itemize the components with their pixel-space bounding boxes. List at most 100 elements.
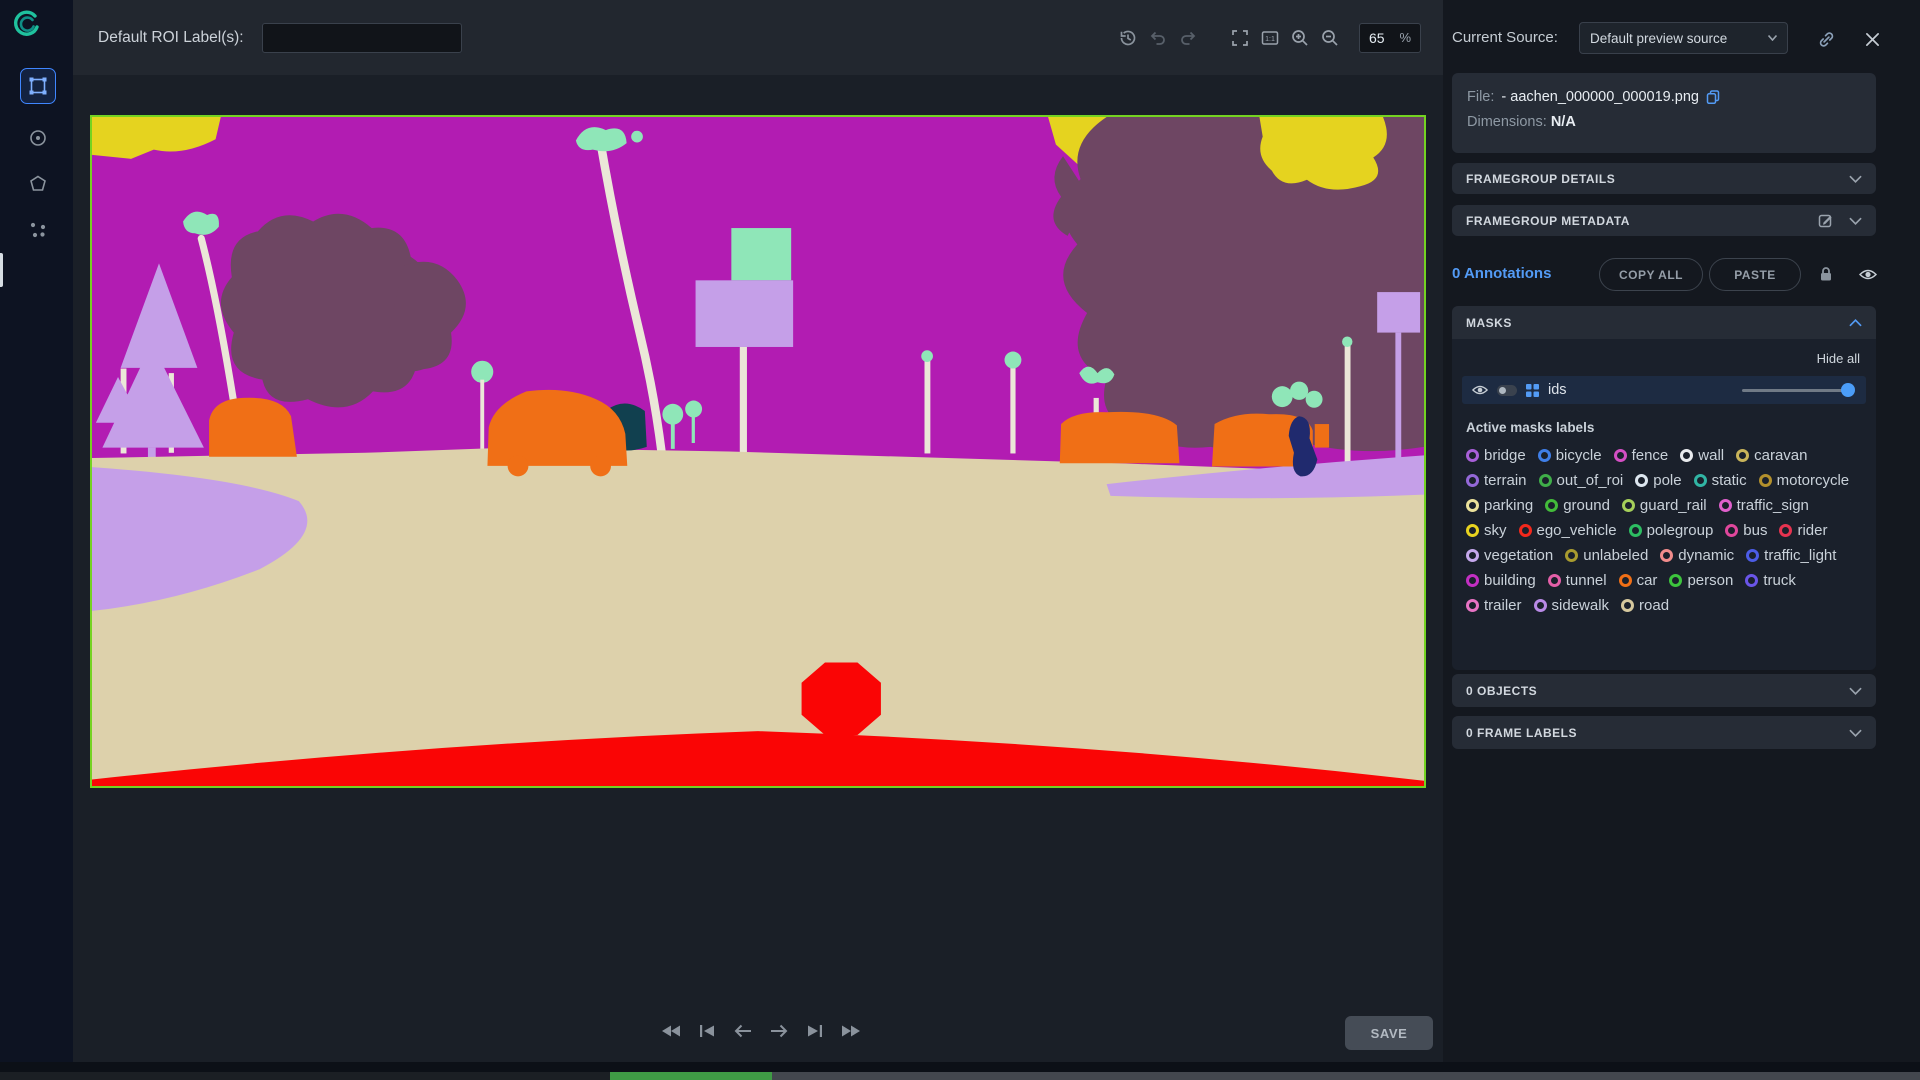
undo-icon[interactable]: [1143, 23, 1173, 53]
mask-label-text: caravan: [1754, 447, 1808, 464]
source-dropdown[interactable]: Default preview source: [1579, 22, 1788, 54]
edit-icon[interactable]: [1818, 213, 1833, 228]
mask-color-dot: [1466, 474, 1479, 487]
slider-knob[interactable]: [1841, 383, 1855, 397]
mask-label-bridge[interactable]: bridge: [1466, 447, 1526, 464]
framegroup-metadata-header[interactable]: FRAMEGROUP METADATA: [1452, 205, 1876, 236]
mask-color-dot: [1618, 574, 1632, 587]
mask-label-text: ego_vehicle: [1536, 522, 1617, 539]
bounding-box-tool-button[interactable]: [20, 68, 56, 104]
mask-label-static[interactable]: static: [1693, 472, 1747, 489]
mask-label-wall[interactable]: wall: [1680, 447, 1724, 464]
mask-color-dot: [1745, 574, 1759, 587]
mask-label-caravan[interactable]: caravan: [1736, 447, 1807, 464]
paste-button[interactable]: PASTE: [1709, 258, 1801, 291]
mask-label-sky[interactable]: sky: [1466, 522, 1507, 539]
link-icon[interactable]: [1814, 27, 1838, 51]
mask-label-guard_rail[interactable]: guard_rail: [1621, 497, 1707, 514]
previous-frame-button[interactable]: [730, 1018, 756, 1044]
layer-toggle[interactable]: [1497, 384, 1517, 396]
mask-label-traffic_light[interactable]: traffic_light: [1746, 547, 1836, 564]
mask-label-sidewalk[interactable]: sidewalk: [1533, 597, 1609, 614]
masks-layer-row[interactable]: ids: [1462, 376, 1866, 404]
mask-label-dynamic[interactable]: dynamic: [1660, 547, 1734, 564]
zoom-in-icon[interactable]: [1285, 23, 1315, 53]
scatter-points-tool-button[interactable]: [20, 212, 56, 248]
hide-all-link[interactable]: Hide all: [1462, 349, 1866, 376]
mask-label-polegroup[interactable]: polegroup: [1628, 522, 1713, 539]
masks-title: MASKS: [1466, 315, 1512, 330]
opacity-slider[interactable]: [1742, 383, 1855, 397]
mask-color-dot: [1779, 524, 1793, 537]
zoom-out-icon[interactable]: [1315, 23, 1345, 53]
mask-color-dot: [1621, 499, 1635, 512]
mask-color-dot: [1669, 574, 1683, 587]
mask-label-trailer[interactable]: trailer: [1466, 597, 1522, 614]
mask-color-dot: [1693, 474, 1707, 487]
mask-color-dot: [1621, 599, 1635, 612]
file-label: File:: [1467, 89, 1495, 105]
chevron-down-icon: [1849, 687, 1862, 695]
mask-label-unlabeled[interactable]: unlabeled: [1565, 547, 1648, 564]
mask-label-terrain[interactable]: terrain: [1466, 472, 1527, 489]
skip-to-last-button[interactable]: [802, 1018, 828, 1044]
masks-header[interactable]: MASKS: [1452, 306, 1876, 339]
mask-label-ego_vehicle[interactable]: ego_vehicle: [1518, 522, 1617, 539]
mask-color-dot: [1680, 449, 1694, 462]
polygon-tool-button[interactable]: [20, 166, 56, 202]
lock-icon[interactable]: [1814, 262, 1838, 286]
mask-label-parking[interactable]: parking: [1466, 497, 1533, 514]
frame-navigation: [658, 1018, 864, 1044]
mask-label-pole[interactable]: pole: [1635, 472, 1682, 489]
copy-all-button[interactable]: COPY ALL: [1599, 258, 1703, 291]
dimensions-value: N/A: [1550, 114, 1576, 130]
mask-color-dot: [1613, 449, 1627, 462]
mask-label-bicycle[interactable]: bicycle: [1537, 447, 1602, 464]
next-frame-button[interactable]: [766, 1018, 792, 1044]
segmentation-canvas[interactable]: [90, 115, 1426, 788]
copy-icon[interactable]: [1706, 90, 1720, 104]
window-bottom-edge: [0, 1062, 1920, 1072]
zoom-level-input[interactable]: 65 %: [1359, 22, 1421, 53]
frame-labels-header[interactable]: 0 FRAME LABELS: [1452, 716, 1876, 749]
mask-label-text: person: [1687, 572, 1734, 589]
mask-label-road[interactable]: road: [1621, 597, 1669, 614]
objects-header[interactable]: 0 OBJECTS: [1452, 674, 1876, 707]
mask-label-ground[interactable]: ground: [1545, 497, 1610, 514]
segmentation-image: [92, 117, 1424, 786]
fast-forward-button[interactable]: [838, 1018, 864, 1044]
mask-label-tunnel[interactable]: tunnel: [1547, 572, 1607, 589]
visibility-icon[interactable]: [1856, 262, 1880, 286]
roi-input[interactable]: [261, 22, 462, 53]
mask-label-vegetation[interactable]: vegetation: [1466, 547, 1553, 564]
mask-label-person[interactable]: person: [1669, 572, 1733, 589]
fast-rewind-button[interactable]: [658, 1018, 684, 1044]
mask-label-text: out_of_roi: [1556, 472, 1624, 489]
save-button[interactable]: SAVE: [1345, 1016, 1433, 1050]
circle-tool-button[interactable]: [20, 120, 56, 156]
masks-section: MASKS Hide all ids Active masks labels b…: [1452, 306, 1876, 670]
close-icon[interactable]: [1860, 27, 1884, 51]
mask-label-text: parking: [1484, 497, 1534, 514]
mask-label-motorcycle[interactable]: motorcycle: [1758, 472, 1850, 489]
actual-size-icon[interactable]: 1:1: [1255, 23, 1285, 53]
mask-label-car[interactable]: car: [1618, 572, 1657, 589]
redo-icon[interactable]: [1173, 23, 1203, 53]
mask-label-text: motorcycle: [1776, 472, 1850, 489]
mask-color-dot: [1466, 599, 1479, 612]
instance-grid-icon[interactable]: [1526, 383, 1539, 397]
mask-label-truck[interactable]: truck: [1745, 572, 1796, 589]
mask-label-fence[interactable]: fence: [1613, 447, 1668, 464]
mask-label-out_of_roi[interactable]: out_of_roi: [1538, 472, 1624, 489]
fit-to-screen-icon[interactable]: [1225, 23, 1255, 53]
mask-label-building[interactable]: building: [1466, 572, 1536, 589]
mask-color-dot: [1736, 449, 1750, 462]
framegroup-details-header[interactable]: FRAMEGROUP DETAILS: [1452, 163, 1876, 194]
eye-icon[interactable]: [1472, 384, 1488, 396]
mask-color-dot: [1725, 524, 1739, 537]
mask-label-rider[interactable]: rider: [1779, 522, 1828, 539]
skip-to-first-button[interactable]: [694, 1018, 720, 1044]
history-icon[interactable]: [1113, 23, 1143, 53]
mask-label-traffic_sign[interactable]: traffic_sign: [1718, 497, 1809, 514]
mask-label-bus[interactable]: bus: [1725, 522, 1767, 539]
